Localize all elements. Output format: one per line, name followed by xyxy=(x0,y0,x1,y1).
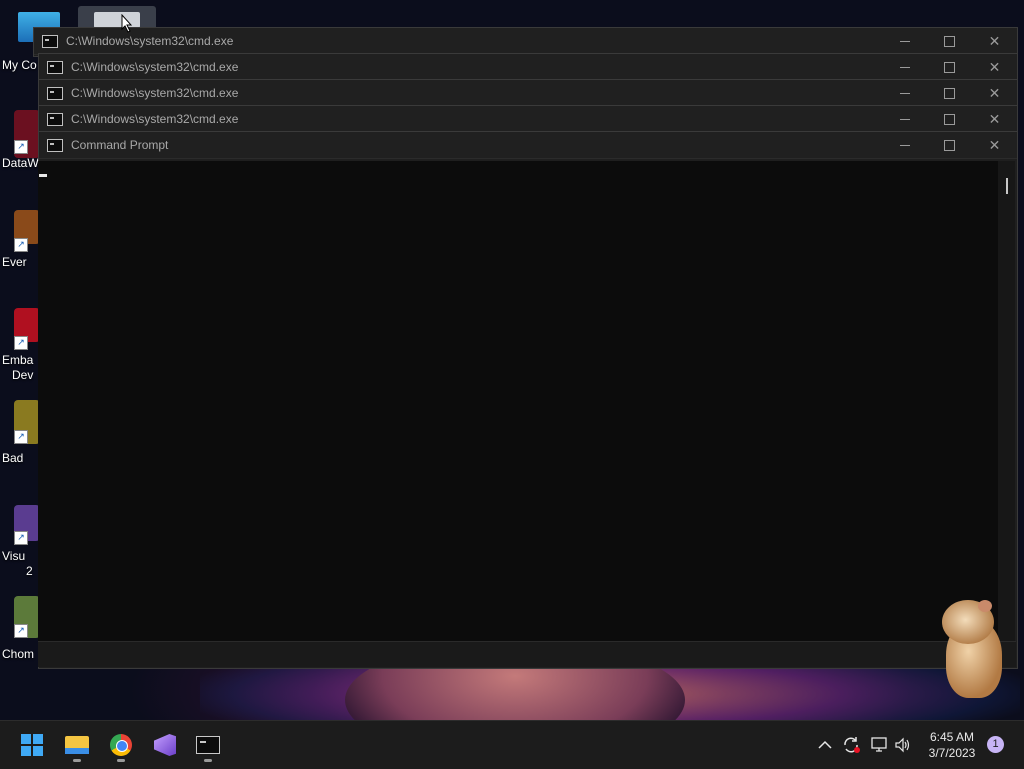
text-cursor xyxy=(39,174,47,177)
shortcut-arrow-icon: ↗ xyxy=(14,140,28,154)
desktop-icon-label: Bad xyxy=(2,451,24,465)
mouse-pointer-icon xyxy=(121,14,133,33)
minimize-button[interactable] xyxy=(882,28,927,54)
scrollbar-thumb[interactable] xyxy=(1006,178,1008,194)
title-bar[interactable]: C:\Windows\system32\cmd.exe ✕ xyxy=(39,54,1017,81)
terminal-icon xyxy=(196,736,220,754)
network-icon xyxy=(871,737,887,752)
sync-alert-dot xyxy=(854,747,860,753)
desktop-icon-label: Visu xyxy=(2,549,26,563)
close-button[interactable]: ✕ xyxy=(972,132,1017,158)
maximize-button[interactable] xyxy=(927,132,972,158)
desktop-icon-label: DataW xyxy=(2,156,39,170)
close-button[interactable]: ✕ xyxy=(972,106,1017,132)
running-indicator xyxy=(117,759,125,762)
running-indicator xyxy=(73,759,81,762)
desktop-icon-label: Dev xyxy=(12,368,34,382)
start-button[interactable] xyxy=(14,727,50,763)
vertical-scrollbar[interactable] xyxy=(998,161,1015,641)
desktop-icon-label: 2 xyxy=(26,564,33,578)
window-title: C:\Windows\system32\cmd.exe xyxy=(71,60,239,74)
notification-badge[interactable]: 1 xyxy=(987,736,1004,753)
taskbar: 6:45 AM 3/7/2023 1 xyxy=(0,720,1024,769)
visual-studio-icon xyxy=(154,734,176,756)
chevron-up-icon xyxy=(818,740,832,749)
cmd-icon xyxy=(42,34,58,48)
file-explorer-icon xyxy=(65,736,89,754)
hamster-desktop-pet[interactable] xyxy=(938,600,1004,700)
running-indicator xyxy=(204,759,212,762)
console-output[interactable] xyxy=(38,161,998,641)
title-bar[interactable]: C:\Windows\system32\cmd.exe ✕ xyxy=(34,28,1017,55)
maximize-button[interactable] xyxy=(927,28,972,54)
tray-network[interactable] xyxy=(870,721,888,769)
desktop-icon-label: My Co xyxy=(2,58,37,72)
taskbar-file-explorer[interactable] xyxy=(59,727,95,763)
shortcut-arrow-icon: ↗ xyxy=(14,531,28,545)
minimize-button[interactable] xyxy=(882,132,927,158)
desktop-icon-label: Chom xyxy=(2,647,35,661)
taskbar-visual-studio[interactable] xyxy=(147,727,183,763)
tray-volume[interactable] xyxy=(894,721,912,769)
title-bar[interactable]: C:\Windows\system32\cmd.exe ✕ xyxy=(39,80,1017,107)
maximize-button[interactable] xyxy=(927,54,972,80)
desktop-icon-label: Ever xyxy=(2,255,27,269)
windows-start-icon xyxy=(21,734,43,756)
taskbar-clock[interactable]: 6:45 AM 3/7/2023 xyxy=(918,729,986,761)
volume-icon xyxy=(895,737,910,753)
maximize-button[interactable] xyxy=(927,106,972,132)
cmd-icon xyxy=(47,112,63,126)
window-title: Command Prompt xyxy=(71,138,169,152)
window-title: C:\Windows\system32\cmd.exe xyxy=(71,112,239,126)
tray-sync[interactable] xyxy=(842,721,860,769)
window-bottom-edge xyxy=(38,641,1016,667)
close-button[interactable]: ✕ xyxy=(972,28,1017,54)
title-bar[interactable]: Command Prompt ✕ xyxy=(39,132,1017,159)
taskbar-chrome[interactable] xyxy=(103,727,139,763)
close-button[interactable]: ✕ xyxy=(972,54,1017,80)
taskbar-terminal[interactable] xyxy=(190,727,226,763)
minimize-button[interactable] xyxy=(882,54,927,80)
window-title: C:\Windows\system32\cmd.exe xyxy=(71,86,239,100)
shortcut-arrow-icon: ↗ xyxy=(14,238,28,252)
clock-time: 6:45 AM xyxy=(929,730,975,744)
shortcut-arrow-icon: ↗ xyxy=(14,336,28,350)
cmd-icon xyxy=(47,86,63,100)
tray-overflow-button[interactable] xyxy=(818,721,832,769)
close-button[interactable]: ✕ xyxy=(972,80,1017,106)
title-bar[interactable]: C:\Windows\system32\cmd.exe ✕ xyxy=(39,106,1017,133)
window-title: C:\Windows\system32\cmd.exe xyxy=(66,34,234,48)
cmd-icon xyxy=(47,60,63,74)
cmd-icon xyxy=(47,138,63,152)
clock-date: 3/7/2023 xyxy=(928,746,976,760)
chrome-icon xyxy=(110,734,132,756)
shortcut-arrow-icon: ↗ xyxy=(14,430,28,444)
minimize-button[interactable] xyxy=(882,80,927,106)
desktop-icon-label: Emba xyxy=(2,353,34,367)
minimize-button[interactable] xyxy=(882,106,927,132)
maximize-button[interactable] xyxy=(927,80,972,106)
shortcut-arrow-icon: ↗ xyxy=(14,624,28,638)
